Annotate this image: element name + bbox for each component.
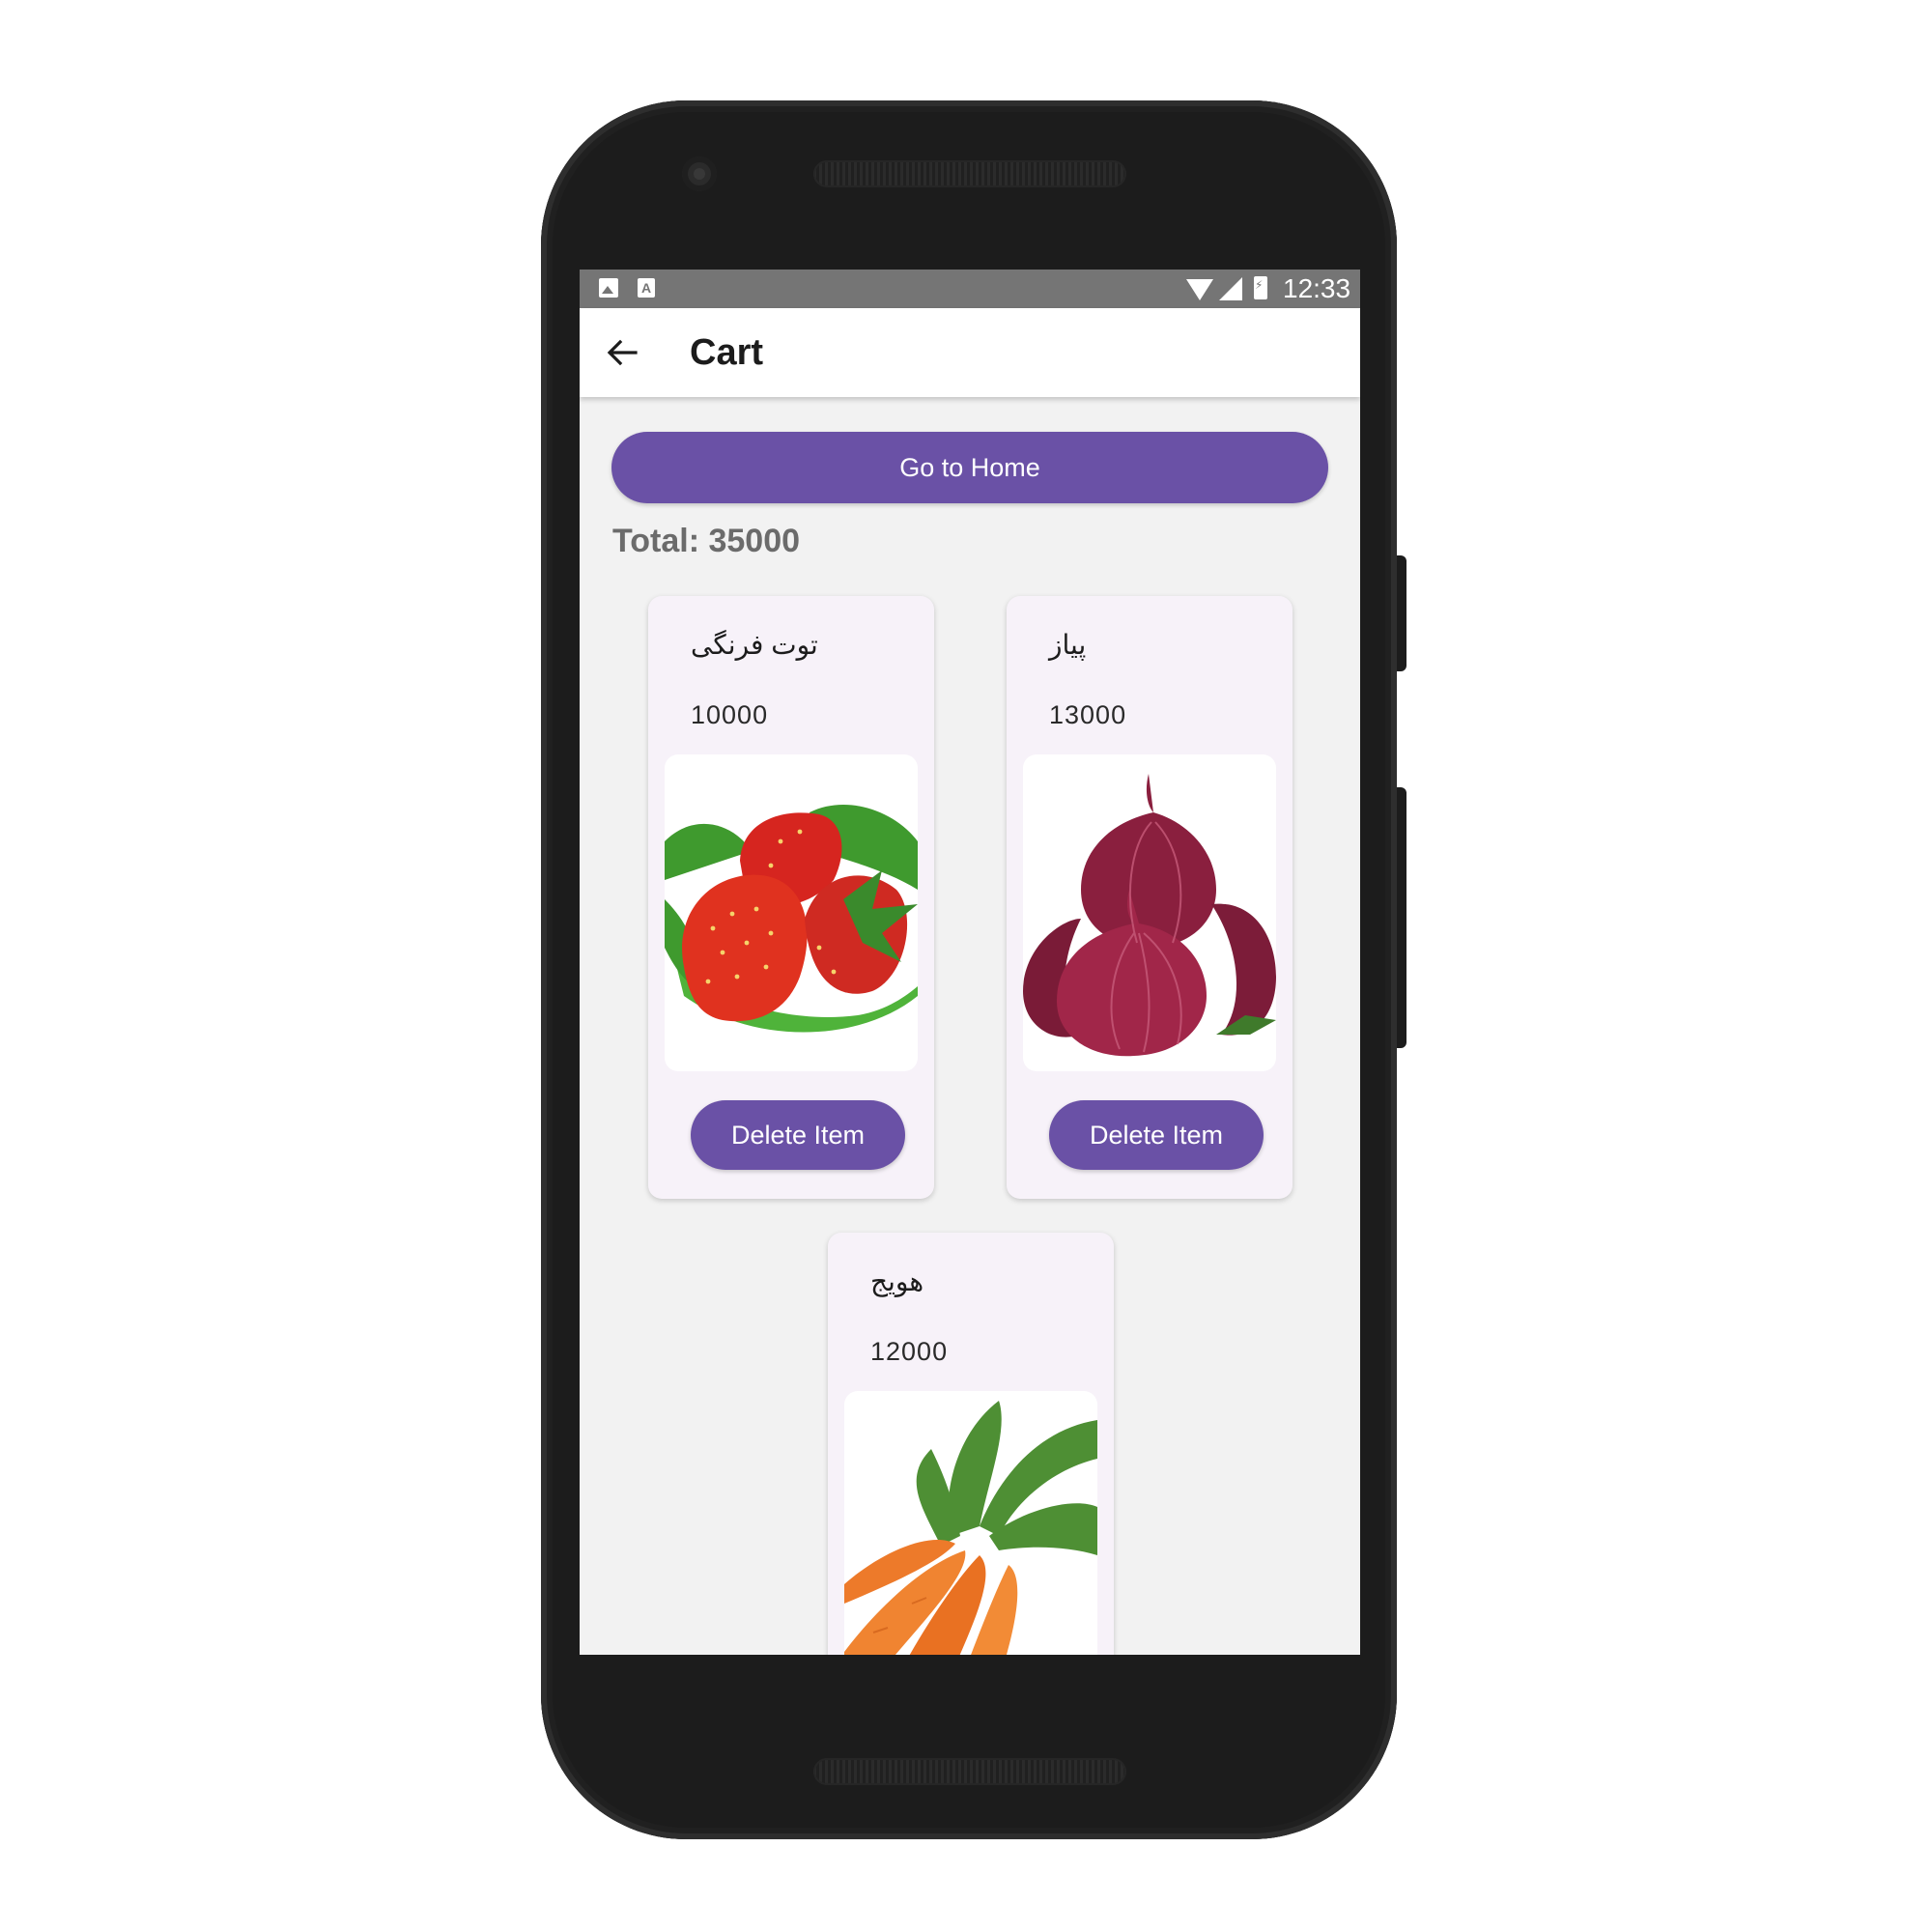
cart-total: Total: 35000 xyxy=(612,523,801,559)
item-name: پیاز xyxy=(1049,630,1087,660)
status-bar: A 12:33 xyxy=(580,270,1360,308)
item-name: هویج xyxy=(870,1266,924,1296)
page-title: Cart xyxy=(690,332,764,373)
delete-item-button[interactable]: Delete Item xyxy=(691,1100,905,1170)
front-camera xyxy=(682,156,717,191)
wifi-icon xyxy=(1186,279,1213,300)
strawberry-image xyxy=(665,754,918,1071)
item-name: توت فرنگی xyxy=(691,630,818,660)
onion-image xyxy=(1023,754,1276,1071)
item-price: 10000 xyxy=(691,700,769,729)
go-to-home-button[interactable]: Go to Home xyxy=(611,432,1328,503)
a-icon: A xyxy=(638,278,655,298)
battery-icon xyxy=(1254,276,1267,299)
app-screen: A 12:33 Cart Go to Home Total: 35000 توت… xyxy=(580,270,1360,1655)
cart-item-card: توت فرنگی 10000 Delete Item xyxy=(648,596,934,1199)
app-bar: Cart xyxy=(580,308,1360,397)
image-icon xyxy=(599,278,618,298)
item-price: 13000 xyxy=(1049,700,1127,729)
bottom-speaker xyxy=(813,1758,1126,1785)
earpiece-speaker xyxy=(813,160,1126,187)
back-arrow-icon[interactable] xyxy=(603,333,641,372)
item-price: 12000 xyxy=(870,1337,949,1366)
status-time: 12:33 xyxy=(1283,273,1351,303)
signal-icon xyxy=(1219,277,1242,300)
delete-item-button[interactable]: Delete Item xyxy=(1049,1100,1264,1170)
cart-item-card: هویج 12000 xyxy=(828,1233,1114,1655)
cart-item-card: پیاز 13000 Delete Item xyxy=(1007,596,1293,1199)
carrot-image xyxy=(844,1391,1097,1655)
